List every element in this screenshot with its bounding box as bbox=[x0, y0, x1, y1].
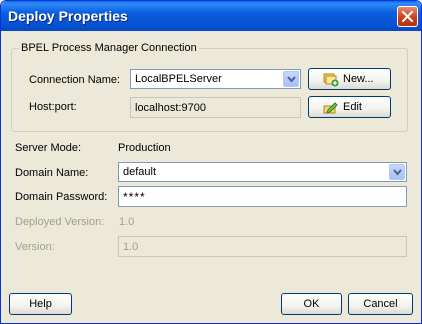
domain-name-value: default bbox=[123, 166, 157, 178]
chevron-down-icon bbox=[287, 76, 296, 83]
edit-button-label: Edit bbox=[343, 101, 362, 113]
host-port-field: localhost:9700 bbox=[130, 97, 301, 118]
connection-name-select[interactable]: LocalBPELServer bbox=[130, 69, 301, 89]
version-label: Version: bbox=[15, 241, 55, 253]
domain-password-field[interactable]: **** bbox=[118, 186, 407, 207]
cancel-button[interactable]: Cancel bbox=[348, 293, 413, 315]
bpel-connection-group bbox=[11, 48, 408, 132]
new-connection-icon bbox=[323, 73, 339, 87]
server-mode-value: Production bbox=[118, 142, 171, 154]
ok-button[interactable]: OK bbox=[281, 293, 342, 315]
domain-name-label: Domain Name: bbox=[15, 167, 89, 179]
host-port-label: Host:port: bbox=[29, 101, 77, 113]
deployed-version-value: 1.0 bbox=[119, 216, 135, 228]
domain-name-select[interactable]: default bbox=[118, 162, 407, 182]
help-button[interactable]: Help bbox=[9, 293, 72, 315]
close-button[interactable] bbox=[397, 6, 418, 27]
domain-dropdown-button[interactable] bbox=[389, 164, 405, 180]
host-port-value: localhost:9700 bbox=[135, 102, 206, 114]
new-connection-button[interactable]: New... bbox=[308, 68, 391, 90]
server-mode-label: Server Mode: bbox=[15, 142, 82, 154]
new-button-label: New... bbox=[343, 73, 374, 85]
deployed-version-label: Deployed Version: bbox=[15, 216, 105, 228]
domain-password-value: **** bbox=[123, 190, 146, 204]
version-field: 1.0 bbox=[118, 236, 407, 257]
version-value: 1.0 bbox=[123, 241, 139, 253]
edit-pencil-icon bbox=[323, 102, 338, 114]
dialog-body: BPEL Process Manager Connection Connecti… bbox=[4, 31, 418, 320]
domain-password-label: Domain Password: bbox=[15, 191, 108, 203]
edit-connection-button[interactable]: Edit bbox=[308, 96, 391, 118]
connection-name-value: LocalBPELServer bbox=[135, 73, 222, 85]
dialog-title: Deploy Properties bbox=[8, 8, 128, 24]
connection-name-label: Connection Name: bbox=[29, 74, 121, 86]
close-icon bbox=[402, 11, 413, 22]
deploy-properties-dialog: Deploy Properties BPEL Process Manager C… bbox=[0, 0, 422, 324]
help-button-label: Help bbox=[29, 298, 52, 310]
ok-button-label: OK bbox=[303, 298, 320, 310]
group-title: BPEL Process Manager Connection bbox=[19, 42, 199, 54]
title-bar: Deploy Properties bbox=[1, 1, 421, 31]
chevron-down-icon bbox=[393, 169, 402, 176]
cancel-button-label: Cancel bbox=[363, 298, 398, 310]
connection-dropdown-button[interactable] bbox=[283, 71, 299, 87]
